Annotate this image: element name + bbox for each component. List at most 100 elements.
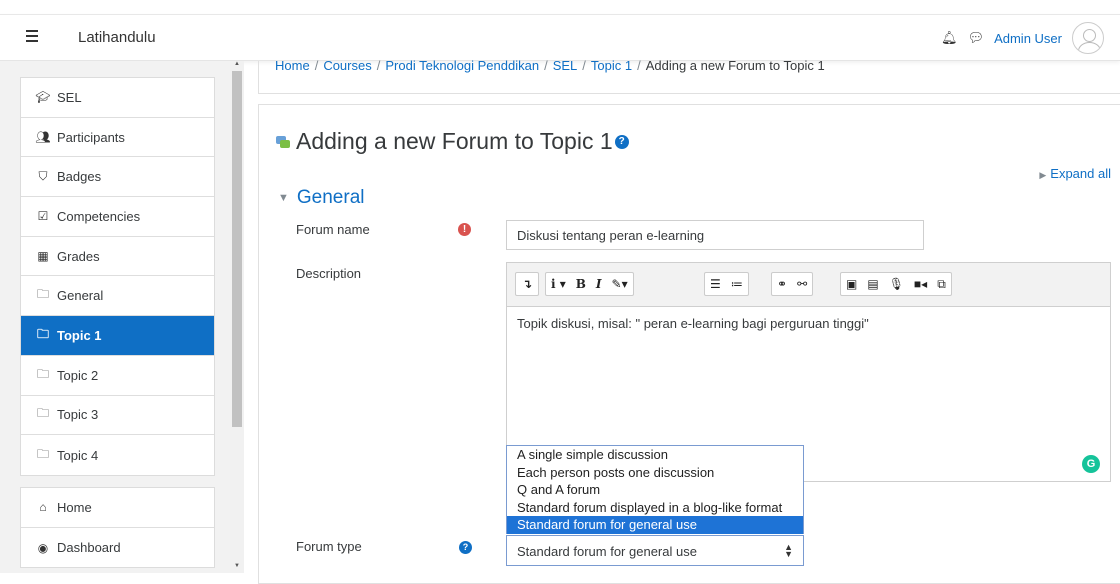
sidebar-item-label: Topic 1 [57, 327, 102, 343]
users-icon: 👥︎ [35, 130, 51, 145]
italic-icon[interactable]: I [591, 273, 607, 295]
forum-type-option[interactable]: Standard forum displayed in a blog-like … [507, 499, 803, 517]
forum-name-input[interactable]: Diskusi tentang peran e-learning [506, 220, 924, 250]
forum-type-dropdown-list: A single simple discussion Each person po… [506, 445, 804, 534]
sidebar-item-label: Topic 3 [57, 407, 99, 423]
check-square-icon: ☑ [37, 209, 49, 224]
home-icon: ⌂ [39, 500, 47, 515]
section-general-header[interactable]: ▼ General [278, 187, 365, 209]
sidebar-item-topic-2[interactable]: 🗀 Topic 2 [21, 356, 214, 396]
expand-all-label: Expand all [1050, 166, 1111, 181]
sidebar-item-badges[interactable]: ⛉ Badges [21, 157, 214, 198]
sidebar-item-topic-3[interactable]: 🗀 Topic 3 [21, 396, 214, 436]
sidebar-item-general[interactable]: 🗀 General [21, 276, 214, 317]
top-navbar: Latihandulu 🔔︎ 💬︎ Admin User [0, 14, 1120, 61]
media-icon[interactable]: ▤ [862, 273, 883, 295]
microphone-icon[interactable]: 🎙︎ [884, 273, 909, 295]
breadcrumb-separator: / [582, 58, 586, 73]
sidebar-item-label: Badges [57, 169, 102, 185]
breadcrumb-link[interactable]: Home [275, 58, 310, 73]
sidebar-item-label: Dashboard [57, 540, 121, 556]
forum-type-option[interactable]: Q and A forum [507, 481, 803, 499]
toolbar-group-format: i ▾ B I ✎▾ [545, 272, 634, 296]
triangle-right-icon: ▶ [1039, 170, 1047, 180]
forum-type-selected: Standard forum for general use [517, 544, 697, 559]
breadcrumb-link[interactable]: SEL [553, 58, 578, 73]
forum-type-option[interactable]: Each person posts one discussion [507, 464, 803, 482]
section-title: General [296, 187, 365, 208]
text-color-icon[interactable]: ✎▾ [607, 273, 633, 295]
message-icon[interactable]: 💬︎ [968, 30, 985, 46]
breadcrumb-link[interactable]: Courses [323, 58, 371, 73]
toolbar-group-media: ▣ ▤ 🎙︎ ■◂ ⧉ [840, 272, 952, 296]
scroll-down-arrow-icon[interactable]: ▼ [230, 563, 244, 573]
sidebar-item-label: Competencies [57, 208, 141, 224]
bell-icon[interactable]: 🔔︎ [941, 30, 958, 46]
sidebar-item-participants[interactable]: 👥︎ Participants [21, 118, 214, 158]
expand-all-link[interactable]: ▶ Expand all [1039, 166, 1111, 181]
table-icon: ▦ [37, 249, 49, 264]
page-title: Adding a new Forum to Topic 1 ? [276, 128, 629, 155]
breadcrumb-separator: / [376, 58, 381, 73]
image-icon[interactable]: ▣ [841, 273, 862, 295]
link-icon[interactable]: ⚭ [772, 273, 792, 295]
user-nav: 🔔︎ 💬︎ Admin User [941, 22, 1104, 54]
grammarly-icon[interactable]: G [1082, 455, 1100, 473]
sidebar-item-home[interactable]: ⌂ Home [21, 488, 214, 528]
sidebar-item-dashboard[interactable]: ◉ Dashboard [21, 528, 214, 568]
toolbar-group-links: ⚭ ⚯ [771, 272, 814, 296]
collapse-toolbar-icon[interactable]: ↴ [516, 273, 538, 295]
forum-icon [276, 135, 290, 148]
bold-icon[interactable]: B [571, 273, 591, 295]
sidebar-item-grades[interactable]: ▦ Grades [21, 237, 214, 277]
sidebar-item-competencies[interactable]: ☑ Competencies [21, 197, 214, 237]
unlink-icon[interactable]: ⚯ [792, 273, 812, 295]
nav-drawer: 🎓︎ SEL 👥︎ Participants ⛉ Badges ☑ Competencies ▦… [0, 61, 244, 573]
drawer-scrollbar[interactable]: ▲ ▼ [230, 61, 244, 573]
caret-down-icon: ▼ [278, 192, 289, 204]
folder-icon: 🗀 [36, 366, 49, 381]
hamburger-menu-icon[interactable] [20, 27, 44, 49]
folder-icon: 🗀 [36, 446, 49, 461]
user-menu-name[interactable]: Admin User [994, 31, 1062, 46]
ordered-list-icon[interactable]: ≔ [726, 273, 748, 295]
unordered-list-icon[interactable]: ☰ [705, 273, 726, 295]
dashboard-icon: ◉ [37, 540, 49, 555]
sidebar-item-label: SEL [57, 89, 82, 105]
breadcrumb: Home / Courses / Prodi Teknologi Penddikan / S… [275, 58, 825, 73]
graduation-cap-icon: 🎓︎ [35, 90, 51, 105]
toolbar-group-lists: ☰ ≔ [704, 272, 749, 296]
scroll-up-arrow-icon[interactable]: ▲ [230, 61, 244, 71]
sidebar-item-sel[interactable]: 🎓︎ SEL [21, 78, 214, 118]
folder-icon: 🗀 [36, 406, 49, 421]
description-textarea[interactable]: Topik diskusi, misal: " peran e-learning… [507, 307, 1110, 340]
breadcrumb-link[interactable]: Prodi Teknologi Penddikan [385, 58, 539, 73]
breadcrumb-link[interactable]: Topic 1 [591, 58, 632, 73]
select-arrows-icon: ▲ ▼ [784, 542, 793, 559]
sidebar-item-label: Grades [57, 248, 100, 264]
site-nav-list: ⌂ Home ◉ Dashboard [20, 487, 215, 569]
shield-icon: ⛉ [38, 169, 48, 184]
manage-files-icon[interactable]: ⧉ [932, 273, 951, 295]
help-icon[interactable]: ? [614, 134, 629, 149]
folder-icon: 🗀 [36, 287, 49, 302]
video-camera-icon[interactable]: ■◂ [909, 273, 932, 295]
scroll-thumb[interactable] [232, 71, 242, 427]
forum-type-option[interactable]: Standard forum for general use [507, 516, 803, 534]
paragraph-style-icon[interactable]: i ▾ [546, 273, 571, 295]
toolbar-group-collapse: ↴ [515, 272, 539, 296]
sidebar-item-topic-4[interactable]: 🗀 Topic 4 [21, 435, 214, 475]
site-brand[interactable]: Latihandulu [78, 29, 156, 46]
forum-type-select[interactable]: Standard forum for general use ▲ ▼ [506, 535, 804, 566]
course-nav-list: 🎓︎ SEL 👥︎ Participants ⛉ Badges ☑ Competencies ▦… [20, 77, 215, 476]
help-icon[interactable]: ? [459, 541, 472, 554]
breadcrumb-separator: / [314, 58, 319, 73]
editor-toolbar: ↴ i ▾ B I ✎▾ ☰ ≔ ⚭ ⚯ ▣ ▤ 🎙︎ ■◂ ⧉ [507, 263, 1110, 307]
page-title-text: Adding a new Forum to Topic 1 [296, 128, 613, 154]
forum-type-option[interactable]: A single simple discussion [507, 446, 803, 464]
required-icon: ! [458, 223, 471, 236]
sidebar-item-topic-1[interactable]: 🗀 Topic 1 [21, 316, 214, 356]
sidebar-item-label: Home [57, 499, 92, 515]
folder-icon: 🗀 [36, 326, 49, 341]
avatar[interactable] [1072, 22, 1104, 54]
